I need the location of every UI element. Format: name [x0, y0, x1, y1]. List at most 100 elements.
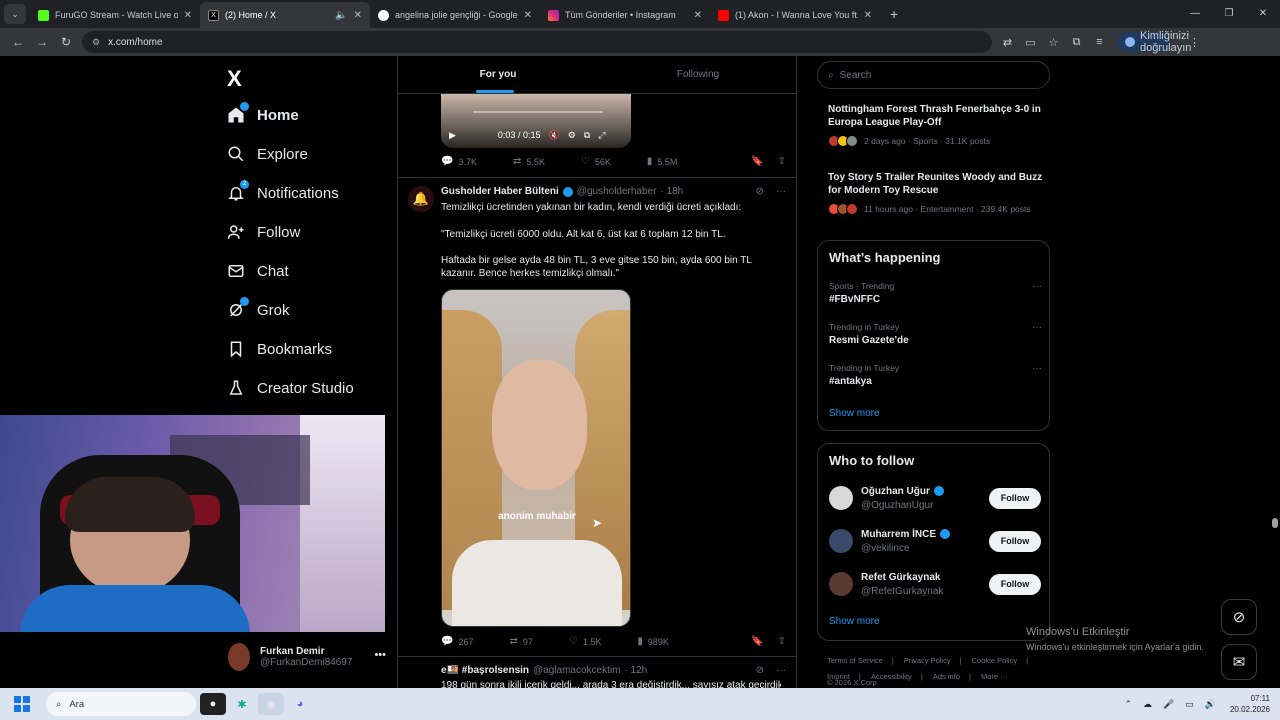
browser-tab[interactable]: FuruGO Stream - Watch Live on ✕ [30, 2, 200, 28]
more-icon[interactable]: ··· [776, 186, 786, 197]
cast-icon[interactable]: ▭ [1019, 36, 1042, 49]
restore-icon[interactable]: ❐ [1212, 0, 1246, 28]
nav-home[interactable]: Home [225, 100, 299, 130]
app-icon[interactable]: ✱ [229, 693, 255, 715]
footer-link[interactable]: Cookie Policy [972, 656, 1017, 665]
nav-chat[interactable]: Chat [225, 256, 289, 286]
translate-icon[interactable]: ⇄ [996, 36, 1019, 49]
app-icon[interactable]: ● [200, 693, 226, 715]
more-icon[interactable]: ••• [374, 649, 386, 661]
more-icon[interactable]: ··· [1032, 363, 1042, 374]
repost-button[interactable]: ⇄ 5.5K [513, 156, 545, 167]
trend-item[interactable]: Sports · Trending #FBvNFFC ··· [829, 281, 1044, 305]
speaker-icon[interactable]: 🔈 [335, 10, 347, 21]
reading-list-icon[interactable]: ≡ [1088, 36, 1111, 48]
nav-creator-studio[interactable]: Creator Studio [225, 373, 354, 403]
views-button[interactable]: ▮ 5.5M [647, 156, 678, 167]
extensions-icon[interactable]: ⧉ [1065, 36, 1088, 49]
like-button[interactable]: ♡ 56K [581, 156, 611, 167]
close-icon[interactable]: ✕ [184, 10, 192, 21]
follow-button[interactable]: Follow [989, 573, 1041, 595]
forward-icon[interactable]: → [30, 35, 54, 49]
nav-bookmarks[interactable]: Bookmarks [225, 334, 332, 364]
verify-identity-button[interactable]: Kimliğinizi doğrulayın [1117, 30, 1191, 54]
repost-button[interactable]: ⇄ 97 [509, 636, 532, 647]
browser-menu-icon[interactable]: ⋮ [1183, 36, 1206, 49]
mute-icon[interactable]: 🔇 [548, 130, 559, 141]
x-logo[interactable]: X [227, 66, 242, 92]
nav-follow[interactable]: Follow [225, 217, 300, 247]
post-time[interactable]: · 12h [624, 665, 647, 676]
bookmark-star-icon[interactable]: ☆ [1042, 36, 1065, 49]
browser-tab-active[interactable]: X (2) Home / X 🔈 ✕ [200, 2, 370, 28]
grok-icon[interactable]: ⊘ [756, 186, 764, 197]
bookmark-icon[interactable]: 🔖 [751, 636, 763, 647]
show-more-link[interactable]: Show more [829, 408, 880, 419]
browser-tab[interactable]: angelina jolie gençliği - Google ✕ [370, 2, 540, 28]
author-name[interactable]: Gusholder Haber Bülteni [441, 186, 559, 197]
settings-icon[interactable]: ⚙ [568, 130, 576, 141]
new-tab-button[interactable]: + [890, 6, 898, 22]
follow-suggestion[interactable]: Muharrem İNCE @vekilince Follow [829, 524, 1041, 558]
fullscreen-icon[interactable]: ⤢ [598, 130, 605, 141]
reply-button[interactable]: 💬 267 [441, 636, 473, 647]
more-icon[interactable]: ··· [776, 665, 786, 676]
more-icon[interactable]: ··· [1032, 281, 1042, 292]
messages-fab-icon[interactable]: ✉ [1221, 644, 1257, 680]
avatar[interactable]: 🔔 [408, 186, 434, 212]
play-icon[interactable]: ▶ [449, 130, 456, 141]
footer-link[interactable]: More ··· [981, 672, 1008, 681]
grok-fab-icon[interactable]: ⊘ [1221, 599, 1257, 635]
bookmark-icon[interactable]: 🔖 [751, 156, 763, 167]
url-bar[interactable]: ⚙ x.com/home [82, 31, 992, 53]
footer-link[interactable]: Terms of Service [827, 656, 883, 665]
follow-button[interactable]: Follow [989, 530, 1041, 552]
page-scrollbar[interactable] [1272, 60, 1278, 680]
more-icon[interactable]: ··· [1032, 322, 1042, 333]
follow-button[interactable]: Follow [989, 487, 1041, 509]
show-more-link[interactable]: Show more [829, 616, 880, 627]
tab-search-button[interactable]: ⌄ [4, 4, 26, 24]
post-video[interactable]: anonim muhabir ➤ [441, 289, 631, 627]
views-button[interactable]: ▮ 989K [637, 636, 669, 647]
post-time[interactable]: · 18h [660, 186, 683, 197]
nav-notifications[interactable]: 2 Notifications [225, 178, 339, 208]
browser-tab[interactable]: Tüm Gönderiler • Instagram ✕ [540, 2, 710, 28]
author-handle[interactable]: @gusholderhaber [577, 186, 657, 197]
taskbar-search[interactable]: ⌕ Ara [46, 692, 196, 716]
account-switcher[interactable]: Furkan Demir @FurkanDemi84697 ••• [228, 639, 388, 675]
close-icon[interactable]: ✕ [694, 10, 702, 21]
tab-following[interactable]: Following [598, 56, 796, 93]
reply-button[interactable]: 💬 3.7K [441, 156, 477, 167]
search-input[interactable]: ⌕ Search [817, 61, 1050, 89]
minimize-icon[interactable]: — [1178, 0, 1212, 28]
trend-item[interactable]: Trending in Turkey #antakya ··· [829, 363, 1044, 387]
close-icon[interactable]: ✕ [864, 10, 872, 21]
pip-icon[interactable]: ⧉ [584, 130, 590, 141]
share-icon[interactable]: ⇪ [778, 636, 786, 647]
footer-link[interactable]: Privacy Policy [904, 656, 951, 665]
author-handle[interactable]: @aglamacokcektim [533, 665, 620, 676]
clock[interactable]: 07:11 20.02.2026 [1230, 693, 1270, 715]
back-icon[interactable]: ← [6, 35, 30, 49]
scrollbar-thumb[interactable] [1272, 518, 1278, 528]
chrome-icon[interactable]: ◉ [258, 693, 284, 715]
discord-icon[interactable]: ◕ [287, 693, 313, 715]
follow-suggestion[interactable]: Oğuzhan Uğur @OguzhanUgur Follow [829, 481, 1041, 515]
nav-explore[interactable]: Explore [225, 139, 308, 169]
close-window-icon[interactable]: ✕ [1246, 0, 1280, 28]
trend-item[interactable]: Trending in Turkey Resmi Gazete'de ··· [829, 322, 1044, 346]
cloud-icon[interactable]: ☁ [1143, 699, 1152, 710]
tab-for-you[interactable]: For you [398, 56, 598, 93]
follow-suggestion[interactable]: Refet Gürkaynak @RefetGurkaynak Follow [829, 567, 1041, 601]
browser-tab[interactable]: (1) Akon - I Wanna Love You ft. ✕ [710, 2, 880, 28]
reload-icon[interactable]: ↻ [54, 35, 78, 49]
share-icon[interactable]: ⇪ [778, 156, 786, 167]
like-button[interactable]: ♡ 1.5K [569, 636, 601, 647]
close-icon[interactable]: ✕ [524, 10, 532, 21]
nav-grok[interactable]: Grok [225, 295, 290, 325]
close-icon[interactable]: ✕ [354, 10, 362, 21]
grok-icon[interactable]: ⊘ [756, 665, 764, 676]
windows-start-icon[interactable] [14, 696, 30, 712]
footer-link[interactable]: Ads info [933, 672, 960, 681]
